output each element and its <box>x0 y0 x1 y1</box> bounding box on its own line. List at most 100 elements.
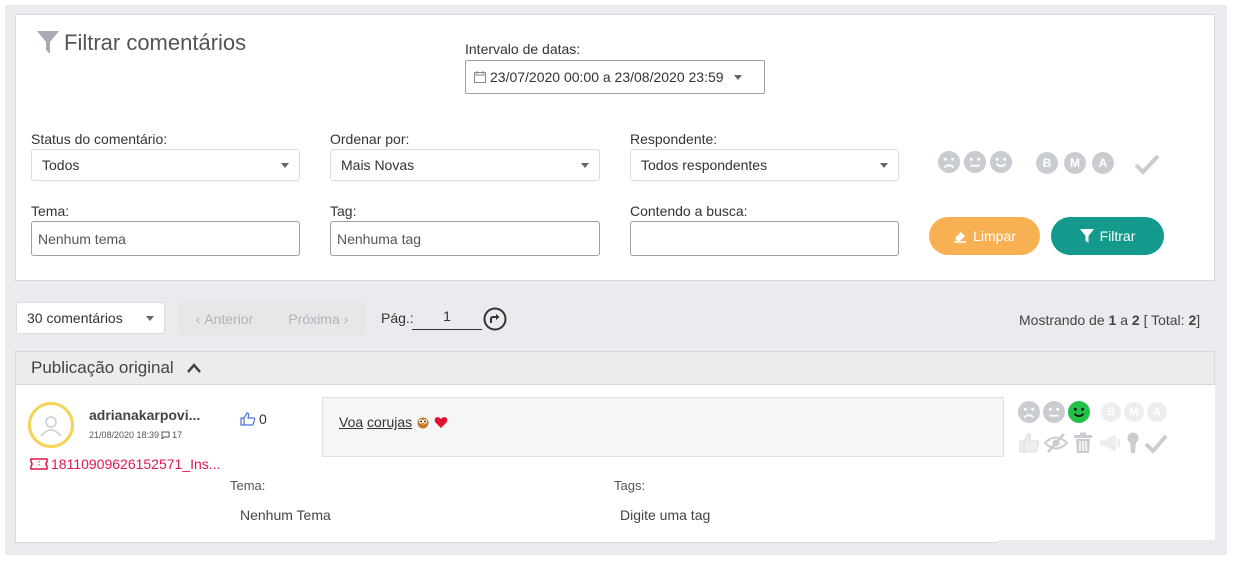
tema-label: Tema: <box>31 203 70 219</box>
comment-word-link-2[interactable]: corujas <box>367 414 412 430</box>
comment-tags-label: Tags: <box>614 478 646 493</box>
neutral-face-icon[interactable] <box>964 151 986 173</box>
status-select[interactable]: Todos <box>31 149 300 181</box>
next-page-button[interactable]: Próxima › <box>288 311 348 327</box>
page-input[interactable]: 1 <box>412 308 482 330</box>
showing-from: 1 <box>1108 312 1117 328</box>
bma-filters: B M A <box>1036 152 1114 174</box>
comment-word-link-1[interactable]: Voa <box>339 414 363 430</box>
checkmark-icon[interactable] <box>1144 432 1168 454</box>
funnel-icon <box>1079 229 1094 243</box>
clear-button-label: Limpar <box>973 228 1016 244</box>
filter-title-text: Filtrar comentários <box>64 30 247 55</box>
showing-to: 2 <box>1131 312 1140 328</box>
showing-summary: Mostrando de 1 a 2 [ Total: 2] <box>1019 312 1200 328</box>
heart-emoji-icon <box>434 417 448 428</box>
avatar <box>28 402 74 448</box>
sad-face-icon[interactable] <box>1018 401 1040 423</box>
like-count: 0 <box>259 411 267 427</box>
prev-page-button[interactable]: ‹ Anterior <box>196 311 254 327</box>
funnel-icon <box>37 31 59 54</box>
reply-icon <box>161 431 170 439</box>
ticket-id: 18110909626152571_Ins... <box>51 456 221 472</box>
go-page-icon[interactable] <box>483 307 507 331</box>
comment-author[interactable]: adrianakarpovi... <box>89 407 200 423</box>
comment-tags-input[interactable]: Digite uma tag <box>620 507 710 523</box>
sentiment-filters <box>938 151 1012 173</box>
ticket-icon <box>30 458 48 470</box>
trash-icon[interactable] <box>1072 432 1094 454</box>
chevron-down-icon <box>581 162 589 168</box>
thumbs-up-icon[interactable] <box>1018 432 1040 454</box>
comment-bma: B M A <box>1101 402 1167 422</box>
comment-reply-count: 17 <box>172 430 183 440</box>
tema-input[interactable]: Nenhum tema <box>31 221 300 256</box>
comment-date: 21/08/2020 18:39 <box>89 430 160 440</box>
date-range-value: 23/07/2020 00:00 a 23/08/2020 23:59 <box>490 69 724 85</box>
happy-face-icon[interactable] <box>1068 401 1090 423</box>
chevron-down-icon <box>880 162 888 168</box>
comment-sentiment <box>1018 401 1090 423</box>
neutral-face-icon[interactable] <box>1043 401 1065 423</box>
letter-m-filter[interactable]: M <box>1064 152 1086 174</box>
per-page-select[interactable]: 30 comentários <box>16 302 165 334</box>
publication-header-text: Publicação original <box>31 358 174 377</box>
thumbs-up-icon <box>240 412 256 426</box>
total-suffix: ] <box>1196 312 1201 328</box>
comment-tema-value[interactable]: Nenhum Tema <box>240 507 331 523</box>
happy-face-icon[interactable] <box>990 151 1012 173</box>
chevron-down-icon <box>146 315 154 321</box>
date-range-picker[interactable]: 23/07/2020 00:00 a 23/08/2020 23:59 <box>465 60 765 94</box>
chevron-down-icon <box>281 162 289 168</box>
order-value: Mais Novas <box>341 157 415 173</box>
ticket-link[interactable]: 18110909626152571_Ins... <box>30 456 220 472</box>
eye-slash-icon[interactable] <box>1044 432 1068 454</box>
order-select[interactable]: Mais Novas <box>330 149 600 181</box>
showing-a: a <box>1120 312 1128 328</box>
megaphone-icon[interactable] <box>1098 432 1122 454</box>
like-counter[interactable]: 0 <box>240 411 267 427</box>
total-prefix: [ Total: <box>1143 312 1185 328</box>
eraser-icon <box>954 232 967 243</box>
user-icon <box>40 416 62 437</box>
tag-input[interactable]: Nenhuma tag <box>330 221 600 256</box>
prev-page-label: Anterior <box>204 311 254 327</box>
chevron-down-icon <box>733 74 742 80</box>
per-page-value: 30 comentários <box>27 310 123 326</box>
keyhole-icon[interactable] <box>1126 432 1140 454</box>
checkmark-icon[interactable] <box>1134 153 1160 175</box>
respondent-value: Todos respondentes <box>641 157 768 173</box>
search-label: Contendo a busca: <box>630 203 748 219</box>
owl-emoji-icon <box>417 417 429 429</box>
filter-button[interactable]: Filtrar <box>1051 217 1164 255</box>
date-range-label: Intervalo de datas: <box>465 41 581 57</box>
letter-a-toggle[interactable]: A <box>1147 402 1167 422</box>
showing-prefix: Mostrando de <box>1019 312 1105 328</box>
search-input[interactable] <box>630 221 899 256</box>
publication-header[interactable]: Publicação original <box>15 351 1215 385</box>
next-page-label: Próxima <box>288 311 340 327</box>
comment-text-box: Voa corujas <box>322 397 1004 457</box>
pager-buttons: ‹ Anterior Próxima › <box>178 302 366 336</box>
clear-button[interactable]: Limpar <box>929 217 1040 255</box>
status-value: Todos <box>42 157 80 173</box>
respondent-select[interactable]: Todos respondentes <box>630 149 899 181</box>
chevron-right-icon: › <box>343 311 349 327</box>
respondent-label: Respondente: <box>630 131 718 147</box>
letter-a-filter[interactable]: A <box>1092 152 1114 174</box>
order-label: Ordenar por: <box>330 131 410 147</box>
tema-placeholder: Nenhum tema <box>38 230 126 247</box>
filter-title: Filtrar comentários <box>36 30 246 56</box>
page-label: Pág.: <box>381 310 414 326</box>
sad-face-icon[interactable] <box>938 151 960 173</box>
filter-button-label: Filtrar <box>1099 228 1136 244</box>
tag-label: Tag: <box>330 203 357 219</box>
comment-meta: 21/08/2020 18:39 17 <box>89 430 182 440</box>
chevron-left-icon: ‹ <box>195 311 201 327</box>
letter-m-toggle[interactable]: M <box>1124 402 1144 422</box>
letter-b-filter[interactable]: B <box>1036 152 1058 174</box>
letter-b-toggle[interactable]: B <box>1101 402 1121 422</box>
chevron-up-icon[interactable] <box>186 362 202 374</box>
calendar-icon <box>474 71 486 83</box>
comment-tema-label: Tema: <box>230 478 266 493</box>
